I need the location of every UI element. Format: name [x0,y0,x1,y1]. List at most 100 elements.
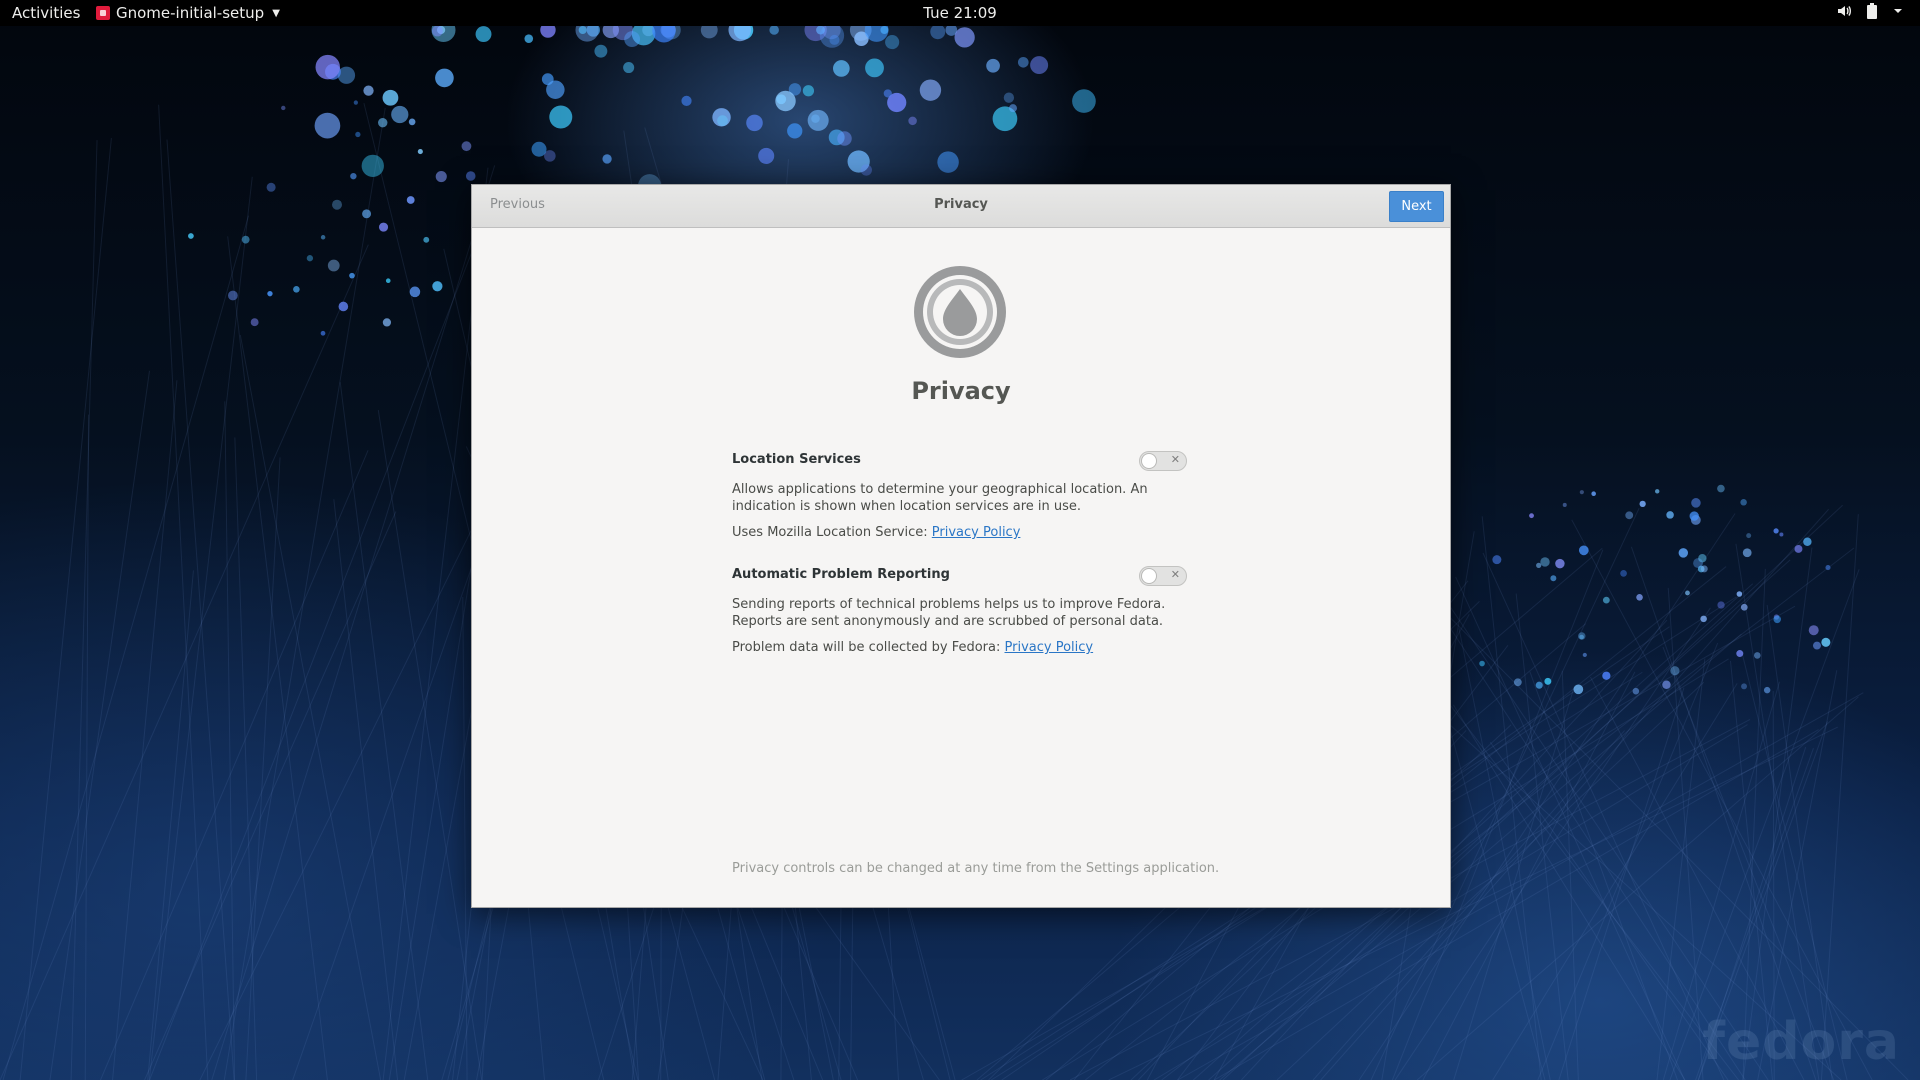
bokeh-dot [758,147,775,164]
bokeh-dot [1535,681,1543,689]
bokeh-dot [1763,686,1771,694]
bokeh-dot [1479,660,1485,667]
fiber-strand [224,401,236,1080]
bokeh-dot [417,149,423,155]
bokeh-dot [1740,603,1748,611]
bokeh-dot [1812,641,1821,650]
fiber-strand [245,457,281,1080]
header-title: Privacy [934,197,988,212]
bokeh-dot [1736,591,1743,597]
bokeh-dot [1655,489,1660,494]
bokeh-dot [1808,625,1819,636]
bokeh-dot [1072,89,1096,113]
bokeh-dot [1578,632,1586,640]
bokeh-dot [1591,491,1596,496]
problem-privacy-policy-link[interactable]: Privacy Policy [1005,640,1094,655]
clock[interactable]: Tue 21:09 [923,4,997,22]
privacy-icon [914,266,1006,358]
activities-button[interactable]: Activities [12,4,80,22]
bokeh-dot [549,105,573,129]
off-x-icon: ✕ [1170,568,1180,581]
bokeh-dot [1529,513,1534,519]
bokeh-dot [406,196,415,204]
fiber-strand [1458,628,1551,1080]
volume-icon [1838,6,1851,16]
bokeh-dot [306,255,314,262]
bokeh-dot [382,318,392,327]
bokeh-dot [320,330,326,336]
bokeh-dot [1746,533,1752,539]
fiber-strand [239,334,382,1080]
bokeh-dot [1008,104,1018,113]
location-services-switch[interactable]: ✕ [1139,451,1187,471]
system-menu-chevron-icon [1894,9,1902,13]
bokeh-dot [320,235,326,240]
bokeh-dot [431,25,443,37]
bokeh-dot [349,272,355,279]
bokeh-dot [266,182,276,192]
bokeh-dot [435,170,447,183]
bokeh-dot [1685,590,1690,596]
bokeh-dot [1773,528,1779,534]
bokeh-dot [769,25,779,35]
bokeh-dot [602,154,612,164]
fiber-strand [49,370,151,1080]
bokeh-dot [461,141,472,152]
app-icon [96,6,110,20]
header-bar: Previous Privacy Next [472,185,1450,228]
bokeh-dot [315,54,340,80]
bokeh-dot [465,171,476,181]
bokeh-dot [332,199,343,210]
bokeh-dot [1666,511,1674,519]
location-privacy-policy-link[interactable]: Privacy Policy [932,525,1021,540]
fiber-strand [19,137,112,1080]
system-status-area[interactable] [1836,3,1904,19]
problem-reporting-switch[interactable]: ✕ [1139,566,1187,586]
bokeh-dot [1550,575,1557,582]
bokeh-dot [1602,596,1610,604]
bokeh-dot [624,31,641,48]
bokeh-dot [833,60,850,77]
bokeh-dot [241,235,250,244]
bokeh-dot [1773,615,1782,624]
bokeh-dot [1753,652,1761,659]
page-title: Privacy [911,377,1011,405]
bokeh-dot [1691,498,1701,508]
bokeh-dot [883,89,892,98]
bokeh-dot [681,95,692,106]
fiber-strand [70,140,98,1080]
battery-icon [1867,3,1877,19]
fiber-strand [223,107,386,1080]
bokeh-dot [385,278,391,284]
fiber-strand [1453,687,1575,1080]
fiber-strand [1742,547,1813,1080]
bokeh-dot [954,27,975,48]
next-button[interactable]: Next [1389,191,1444,222]
bokeh-dot [1017,56,1029,68]
fiber-strand [0,244,369,1080]
bokeh-dot [1602,671,1611,680]
location-services-description: Allows applications to determine your ge… [732,482,1148,514]
fiber-strand [147,570,194,1080]
fiber-strand [2,215,250,1080]
bokeh-dot [188,233,194,239]
bokeh-dot [355,131,361,138]
app-menu[interactable]: Gnome-initial-setup ▼ [96,4,280,22]
switch-knob [1141,453,1157,469]
fiber-strand [1656,658,1706,1080]
bokeh-dot [1620,569,1627,577]
bokeh-dot [1582,652,1587,658]
bokeh-dot [408,118,416,126]
fiber-strand [1481,516,1542,1080]
bokeh-dot [1717,601,1725,609]
bokeh-dot [594,44,608,58]
bokeh-dot [1625,511,1634,520]
bokeh-dot [361,154,384,178]
bokeh-dot [1736,650,1744,658]
bokeh-dot [363,85,374,96]
bokeh-dot [382,89,399,106]
bokeh-dot [378,222,389,232]
bokeh-dot [432,281,443,292]
bokeh-dot [1544,677,1552,685]
bokeh-dot [391,105,409,124]
